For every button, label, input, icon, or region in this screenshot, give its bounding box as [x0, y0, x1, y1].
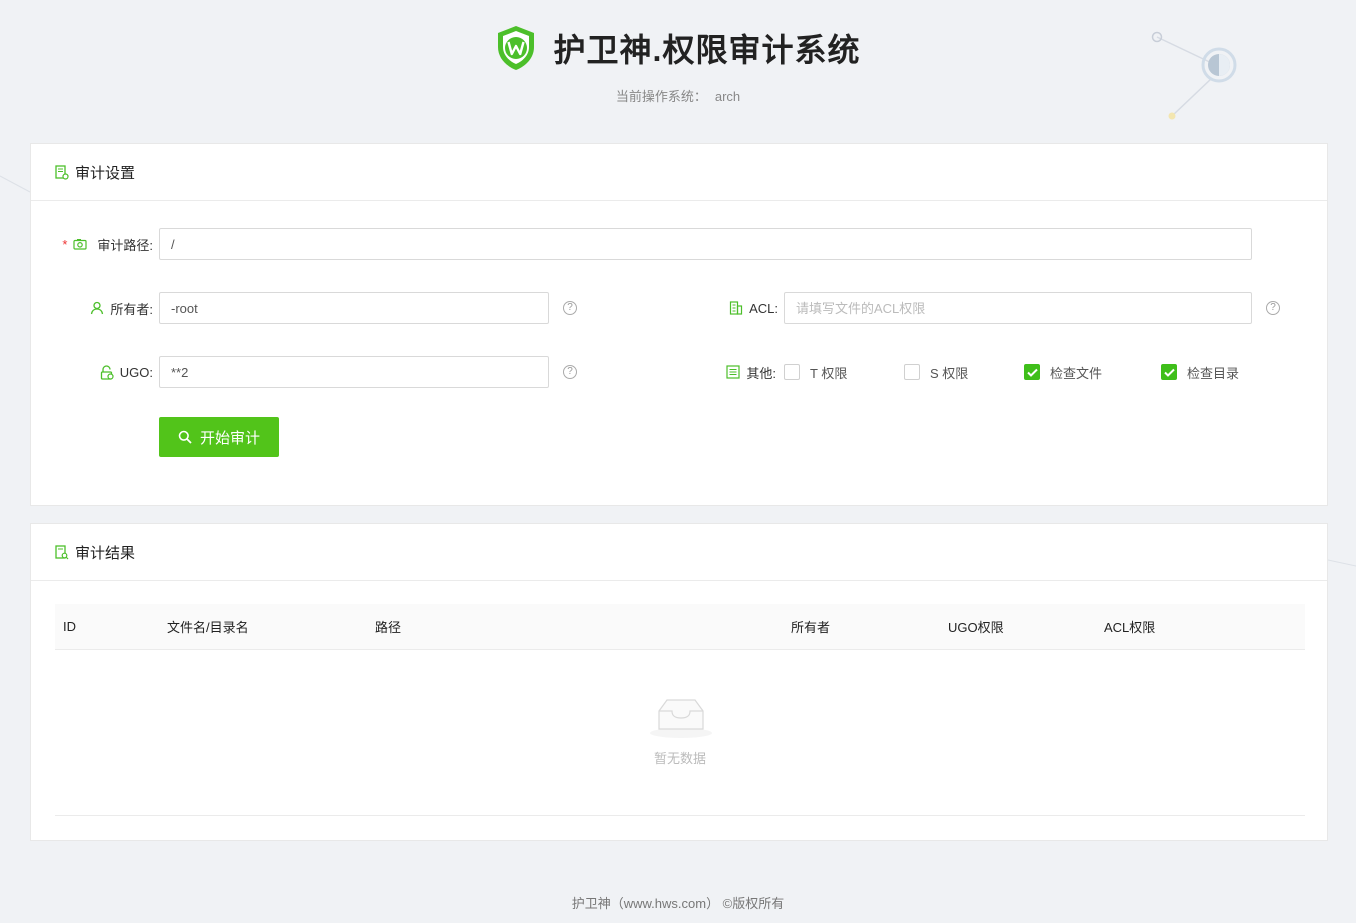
empty-inbox-icon [650, 699, 712, 738]
column-header-owner[interactable]: 所有者 [791, 617, 830, 636]
page-header: 护卫神.权限审计系统 当前操作系统： arch [0, 22, 1356, 105]
option-label: S 权限 [930, 365, 969, 381]
other-label: 其他: [746, 365, 776, 381]
column-header-filename[interactable]: 文件名/目录名 [167, 617, 249, 636]
settings-title: 审计设置 [75, 164, 136, 182]
required-mark: * [62, 236, 68, 252]
other-label-group: 其他: [719, 363, 776, 382]
checkmark-icon [1163, 368, 1175, 377]
user-icon [91, 301, 104, 315]
ugo-help-icon[interactable]: ? [563, 365, 577, 379]
page-title: 护卫神.权限审计系统 [553, 32, 861, 68]
ugo-row: UGO: ? [55, 356, 577, 388]
ugo-input[interactable] [159, 356, 549, 388]
checkbox-checked[interactable] [1024, 364, 1040, 380]
camera-icon [73, 239, 87, 250]
checkbox-checked[interactable] [1161, 364, 1177, 380]
option-label: 检查文件 [1050, 365, 1103, 381]
results-card-header: 审计结果 [31, 524, 1327, 581]
os-info: 当前操作系统： arch [0, 86, 1356, 105]
footer-copyright: 护卫神（www.hws.com） ©版权所有 [571, 896, 785, 911]
option-check-file[interactable]: 检查文件 [1024, 363, 1161, 382]
column-header-path[interactable]: 路径 [375, 617, 401, 636]
checkmark-icon [1026, 368, 1038, 377]
start-audit-label: 开始审计 [199, 429, 260, 447]
ugo-label-group: UGO: [55, 365, 153, 380]
settings-card-header: 审计设置 [31, 144, 1327, 201]
results-title: 审计结果 [75, 544, 136, 562]
results-doc-icon [55, 544, 69, 560]
acl-row: ACL: ? [721, 292, 1280, 324]
ugo-label: UGO: [119, 364, 153, 380]
owner-label: 所有者: [110, 301, 153, 317]
acl-input[interactable] [784, 292, 1252, 324]
option-label: 检查目录 [1187, 365, 1240, 381]
results-table: ID 文件名/目录名 路径 所有者 UGO权限 ACL权限 暂无数据 [55, 604, 1305, 816]
other-row: 其他: T 权限 S 权限 检查文件 检查目录 [719, 356, 1281, 388]
table-header: ID 文件名/目录名 路径 所有者 UGO权限 ACL权限 [55, 604, 1305, 650]
start-audit-button[interactable]: 开始审计 [159, 417, 279, 457]
audit-results-card: 审计结果 ID 文件名/目录名 路径 所有者 UGO权限 ACL权限 暂无数据 [30, 523, 1328, 841]
acl-help-icon[interactable]: ? [1266, 301, 1280, 315]
path-label: 审计路径: [97, 237, 153, 253]
lock-icon [100, 364, 114, 380]
owner-label-group: 所有者: [55, 299, 153, 318]
building-icon [729, 301, 743, 315]
checkbox[interactable] [784, 364, 800, 380]
path-row: * 审计路径: [55, 228, 1252, 260]
shield-logo-icon [497, 26, 534, 70]
os-value: arch [714, 89, 741, 104]
os-label: 当前操作系统： [615, 89, 707, 104]
settings-doc-icon [55, 164, 69, 180]
acl-label-group: ACL: [721, 301, 778, 316]
list-icon [726, 365, 740, 379]
option-label: T 权限 [810, 365, 848, 381]
acl-label: ACL: [749, 300, 778, 316]
column-header-id[interactable]: ID [63, 619, 76, 634]
empty-text: 暂无数据 [653, 751, 706, 766]
path-label-group: * 审计路径: [55, 235, 153, 254]
option-t-permission[interactable]: T 权限 [784, 363, 904, 382]
option-check-dir[interactable]: 检查目录 [1161, 363, 1281, 382]
column-header-acl[interactable]: ACL权限 [1104, 617, 1155, 636]
table-empty-state: 暂无数据 [55, 650, 1305, 816]
column-header-ugo[interactable]: UGO权限 [948, 617, 1004, 636]
owner-help-icon[interactable]: ? [563, 301, 577, 315]
search-icon [178, 430, 192, 444]
path-input[interactable] [159, 228, 1252, 260]
checkbox[interactable] [904, 364, 920, 380]
owner-input[interactable] [159, 292, 549, 324]
owner-row: 所有者: ? [55, 292, 577, 324]
brand: 护卫神.权限审计系统 [0, 22, 1356, 74]
option-s-permission[interactable]: S 权限 [904, 363, 1024, 382]
audit-settings-card: 审计设置 * 审计路径: 所有者: ? ACL: ? UGO: [30, 143, 1328, 506]
